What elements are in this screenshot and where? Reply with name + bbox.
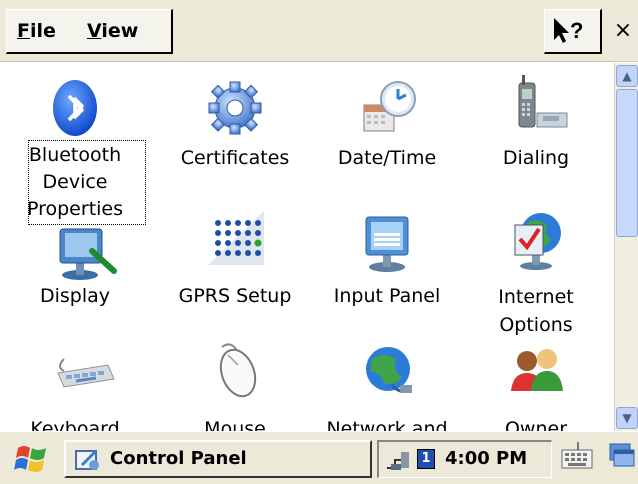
item-owner[interactable]: Owner bbox=[461, 333, 611, 431]
gprs-icon bbox=[208, 211, 264, 265]
system-tray: 1 4:00 PM bbox=[377, 440, 552, 478]
owner-icon bbox=[511, 349, 563, 391]
help-cursor-icon: ? bbox=[554, 18, 583, 43]
item-label: Mouse bbox=[204, 418, 266, 431]
internet-options-icon bbox=[514, 213, 561, 270]
date-time-icon bbox=[363, 81, 416, 132]
dialing-icon bbox=[518, 75, 568, 128]
taskbar: Control Panel 1 4:00 PM bbox=[0, 431, 638, 484]
item-internet-options[interactable]: Internet Options bbox=[461, 203, 611, 338]
item-network[interactable]: Network and bbox=[312, 333, 462, 431]
item-label: Owner bbox=[504, 418, 568, 431]
show-desktop-button[interactable] bbox=[606, 438, 638, 478]
view-menu[interactable]: View bbox=[87, 20, 138, 42]
vertical-scrollbar[interactable]: ▲ ▼ bbox=[614, 63, 638, 431]
view-menu-label: View bbox=[87, 20, 139, 42]
item-label: GPRS Setup bbox=[178, 285, 292, 307]
control-panel-task-button[interactable]: Control Panel bbox=[64, 440, 372, 478]
clock[interactable]: 4:00 PM bbox=[445, 448, 527, 469]
scroll-up-button[interactable]: ▲ bbox=[616, 65, 638, 87]
scroll-thumb[interactable] bbox=[616, 89, 638, 237]
item-date-time[interactable]: Date/Time bbox=[312, 63, 462, 203]
help-button[interactable]: ? bbox=[544, 9, 602, 54]
keyboard-tray-icon bbox=[561, 442, 593, 469]
start-windows-flag-icon[interactable] bbox=[14, 442, 50, 476]
file-menu-label: File bbox=[17, 20, 56, 42]
keyboard-toggle-button[interactable] bbox=[556, 438, 600, 478]
item-label: Internet Options bbox=[498, 286, 574, 336]
menu-bar: File View ? × bbox=[0, 0, 638, 62]
close-button[interactable]: × bbox=[608, 9, 638, 54]
close-label: × bbox=[613, 18, 633, 43]
item-label: Dialing bbox=[502, 147, 570, 169]
item-gprs-setup[interactable]: GPRS Setup bbox=[160, 203, 310, 338]
network-icon bbox=[366, 347, 412, 393]
item-label: Date/Time bbox=[337, 147, 437, 169]
certificates-icon bbox=[208, 81, 262, 135]
help-label: ? bbox=[570, 18, 583, 43]
tray-number: 1 bbox=[421, 451, 431, 466]
scroll-down-button[interactable]: ▼ bbox=[616, 407, 638, 429]
bluetooth-icon bbox=[53, 80, 97, 136]
file-menu[interactable]: File bbox=[17, 20, 56, 42]
input-panel-icon bbox=[365, 216, 409, 272]
power-connector-icon[interactable] bbox=[385, 446, 413, 474]
item-label: Input Panel bbox=[333, 285, 441, 307]
control-panel-icon bbox=[75, 449, 99, 470]
menu-group: File View bbox=[6, 9, 173, 54]
task-label: Control Panel bbox=[110, 448, 247, 469]
windows-stack-icon bbox=[609, 443, 635, 467]
control-panel-icons: Bluetooth Device Properties Certificates bbox=[0, 63, 614, 431]
keyboard-icon bbox=[57, 358, 115, 388]
windows-ce-screen: File View ? × Bluetooth Device Propertie… bbox=[0, 0, 638, 484]
item-display[interactable]: Display bbox=[10, 203, 160, 338]
item-label: Certificates bbox=[180, 147, 290, 169]
item-dialing[interactable]: Dialing bbox=[461, 63, 611, 203]
input-number-indicator[interactable]: 1 bbox=[417, 449, 435, 469]
item-keyboard[interactable]: Keyboard bbox=[10, 333, 160, 431]
item-mouse[interactable]: Mouse bbox=[160, 333, 310, 431]
item-input-panel[interactable]: Input Panel bbox=[312, 203, 462, 338]
item-label: Display bbox=[39, 285, 111, 307]
item-label: Keyboard bbox=[30, 418, 120, 431]
item-certificates[interactable]: Certificates bbox=[160, 63, 310, 203]
mouse-icon bbox=[219, 343, 257, 398]
display-icon bbox=[59, 228, 117, 280]
item-label: Network and bbox=[326, 418, 448, 431]
